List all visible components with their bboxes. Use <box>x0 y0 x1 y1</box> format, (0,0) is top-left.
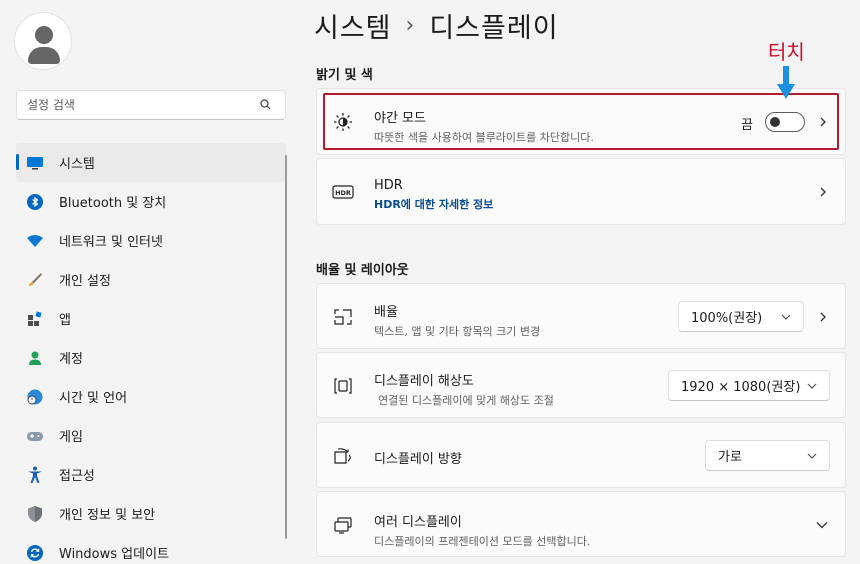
chevron-right-icon[interactable] <box>818 312 828 322</box>
sidebar-item-apps[interactable]: 앱 <box>16 299 286 338</box>
resolution-icon <box>332 375 354 397</box>
sidebar-item-gaming[interactable]: 게임 <box>16 416 286 455</box>
sidebar-item-label: 시간 및 언어 <box>59 391 128 406</box>
avatar-body-shape <box>28 47 60 64</box>
sidebar-item-label: 개인 정보 및 보안 <box>59 508 156 523</box>
scale-card[interactable]: 배율 텍스트, 앱 및 기타 항목의 크기 변경 100%(권장) <box>316 283 846 349</box>
shield-icon <box>26 505 44 523</box>
section-title-scale-layout: 배율 및 레이아웃 <box>316 263 409 278</box>
hdr-card[interactable]: HDR HDR HDR에 대한 자세한 정보 <box>316 158 846 225</box>
chevron-right-icon[interactable] <box>818 187 828 197</box>
wifi-icon <box>26 232 44 250</box>
sidebar-item-label: 시스템 <box>59 157 95 172</box>
settings-search-box[interactable] <box>16 90 286 120</box>
sidebar-item-accounts[interactable]: 계정 <box>16 338 286 377</box>
sidebar-item-label: Windows 업데이트 <box>59 547 170 562</box>
sidebar-item-windows-update[interactable]: Windows 업데이트 <box>16 533 286 564</box>
sidebar-item-label: 네트워크 및 인터넷 <box>59 235 163 250</box>
scale-dropdown-value: 100%(권장) <box>691 311 763 326</box>
scale-dropdown[interactable]: 100%(권장) <box>678 301 804 332</box>
chevron-down-icon <box>807 383 817 389</box>
user-avatar[interactable] <box>14 12 72 70</box>
sidebar-item-label: 개인 설정 <box>59 274 111 289</box>
orientation-title: 디스플레이 방향 <box>374 452 462 467</box>
chevron-down-icon[interactable] <box>816 521 828 529</box>
update-icon <box>26 544 44 562</box>
hdr-icon: HDR <box>332 181 354 203</box>
gamepad-icon <box>26 427 44 445</box>
sidebar-item-label: 앱 <box>59 313 71 328</box>
resolution-card[interactable]: 디스플레이 해상도 연결된 디스플레이에 맞게 해상도 조절 1920 × 10… <box>316 352 846 418</box>
system-icon <box>26 154 44 172</box>
orientation-dropdown[interactable]: 가로 <box>705 440 830 471</box>
hdr-info-link[interactable]: HDR에 대한 자세한 정보 <box>374 196 493 212</box>
globe-clock-icon <box>26 388 44 406</box>
bluetooth-icon <box>26 193 44 211</box>
resolution-title: 디스플레이 해상도 <box>374 374 474 389</box>
sidebar-item-privacy[interactable]: 개인 정보 및 보안 <box>16 494 286 533</box>
resolution-description: 연결된 디스플레이에 맞게 해상도 조절 <box>378 394 554 407</box>
multiple-displays-icon <box>332 514 354 536</box>
accessibility-icon <box>26 466 44 484</box>
orientation-card[interactable]: 디스플레이 방향 가로 <box>316 422 846 488</box>
breadcrumb: 시스템 › 디스플레이 <box>314 6 559 45</box>
resolution-dropdown[interactable]: 1920 × 1080(권장) <box>668 370 830 401</box>
apps-icon <box>26 310 44 328</box>
sidebar-item-label: 계정 <box>59 352 83 367</box>
orientation-icon <box>332 445 354 467</box>
scale-description: 텍스트, 앱 및 기타 항목의 크기 변경 <box>374 325 541 338</box>
section-title-brightness: 밝기 및 색 <box>316 68 373 83</box>
svg-text:HDR: HDR <box>335 189 351 197</box>
active-indicator <box>16 154 19 170</box>
avatar-head-shape <box>35 26 53 44</box>
multiple-displays-description: 디스플레이의 프레젠테이션 모드를 선택합니다. <box>374 535 591 548</box>
multiple-displays-card[interactable]: 여러 디스플레이 디스플레이의 프레젠테이션 모드를 선택합니다. <box>316 491 846 557</box>
hdr-title: HDR <box>374 178 403 193</box>
sidebar-item-bluetooth[interactable]: Bluetooth 및 장치 <box>16 182 286 221</box>
sidebar-item-network[interactable]: 네트워크 및 인터넷 <box>16 221 286 260</box>
sidebar-item-system[interactable]: 시스템 <box>16 143 286 182</box>
sidebar-item-label: Bluetooth 및 장치 <box>59 196 167 211</box>
sidebar-item-label: 게임 <box>59 430 83 445</box>
search-input[interactable] <box>17 91 247 119</box>
multiple-displays-title: 여러 디스플레이 <box>374 515 462 530</box>
page-title: 디스플레이 <box>429 13 559 44</box>
sidebar-scrollbar[interactable] <box>285 155 287 539</box>
chevron-down-icon <box>807 453 817 459</box>
scale-icon <box>332 306 354 328</box>
brush-icon <box>26 271 44 289</box>
orientation-dropdown-value: 가로 <box>718 450 742 465</box>
highlight-box <box>323 93 839 150</box>
breadcrumb-parent[interactable]: 시스템 <box>314 6 392 45</box>
resolution-dropdown-value: 1920 × 1080(권장) <box>681 380 801 395</box>
sidebar-item-accessibility[interactable]: 접근성 <box>16 455 286 494</box>
chevron-down-icon <box>781 314 791 320</box>
sidebar-item-label: 접근성 <box>59 469 95 484</box>
sidebar-item-time-language[interactable]: 시간 및 언어 <box>16 377 286 416</box>
account-icon <box>26 349 44 367</box>
touch-annotation-label: 터치 <box>768 40 805 64</box>
breadcrumb-separator: › <box>405 13 416 38</box>
search-icon[interactable] <box>259 98 273 112</box>
sidebar-item-personalization[interactable]: 개인 설정 <box>16 260 286 299</box>
scale-title: 배율 <box>374 305 398 320</box>
sidebar-nav: 시스템 Bluetooth 및 장치 네트워크 및 인터넷 개인 설정 앱 계정 <box>16 143 286 564</box>
arrow-down-icon <box>777 66 795 99</box>
